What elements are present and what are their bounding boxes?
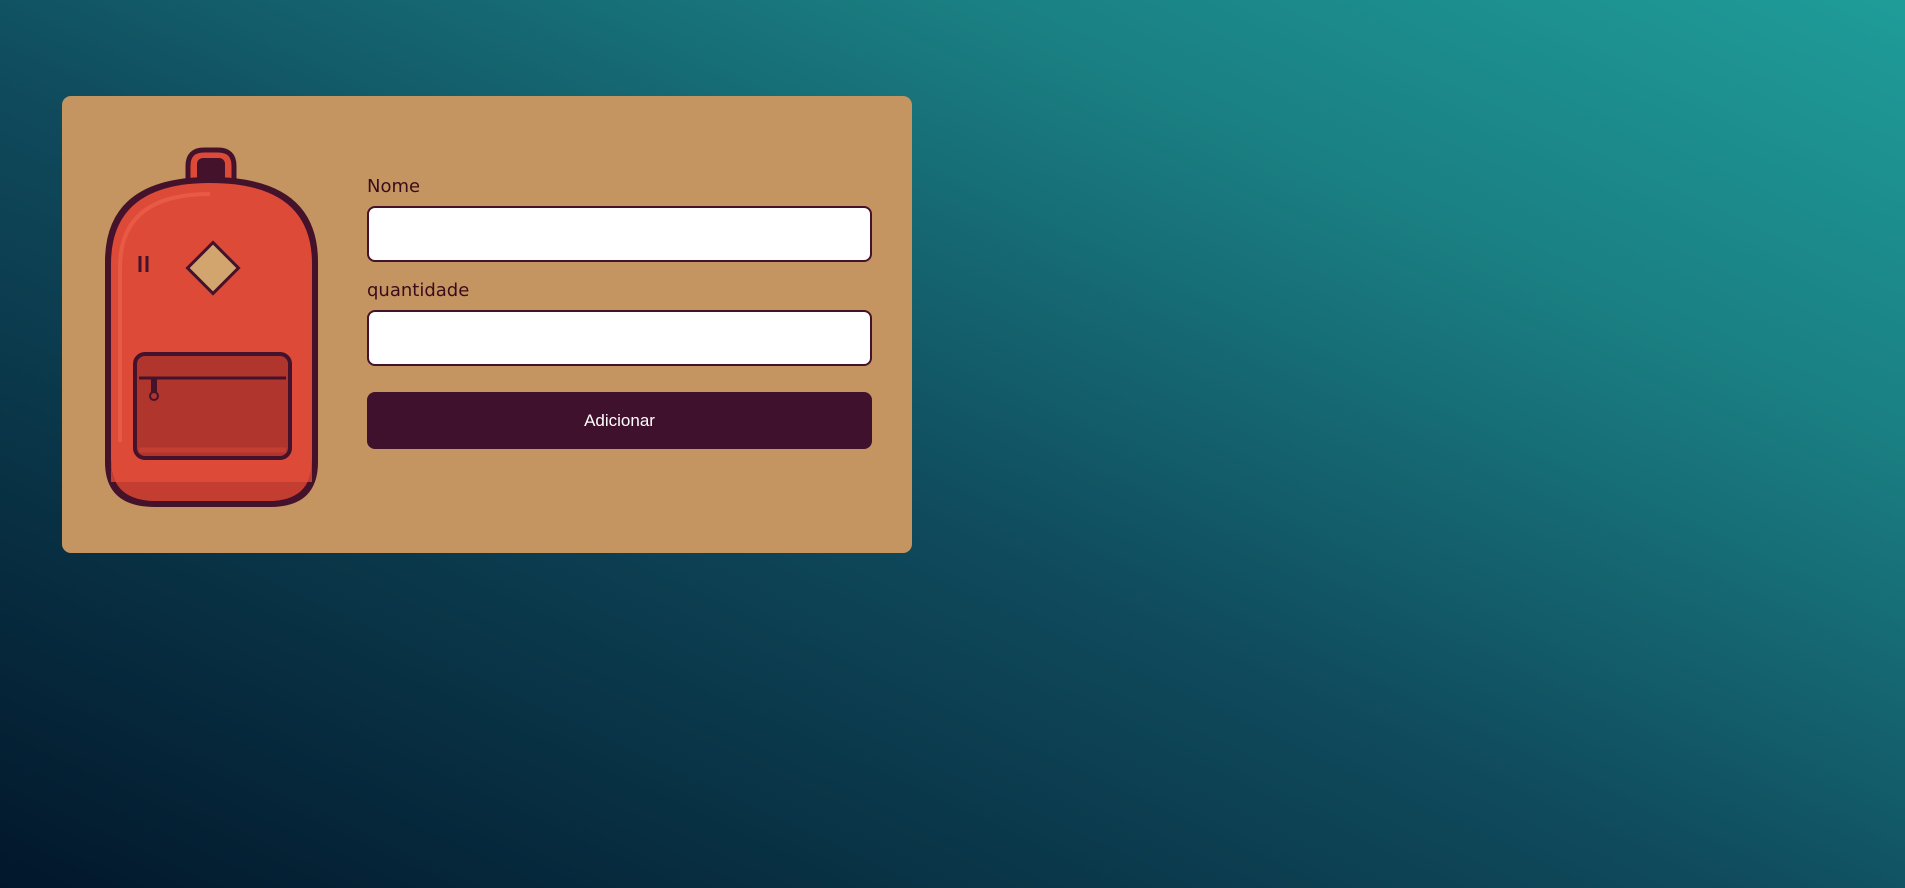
add-button[interactable]: Adicionar [367,392,872,449]
quantity-input[interactable] [367,310,872,366]
backpack-icon [105,147,318,507]
add-item-card: Nome quantidade Adicionar [62,96,912,553]
quantity-label: quantidade [367,280,470,301]
name-label: Nome [367,176,421,197]
name-input[interactable] [367,206,872,262]
add-item-form: Nome quantidade Adicionar [367,176,872,449]
